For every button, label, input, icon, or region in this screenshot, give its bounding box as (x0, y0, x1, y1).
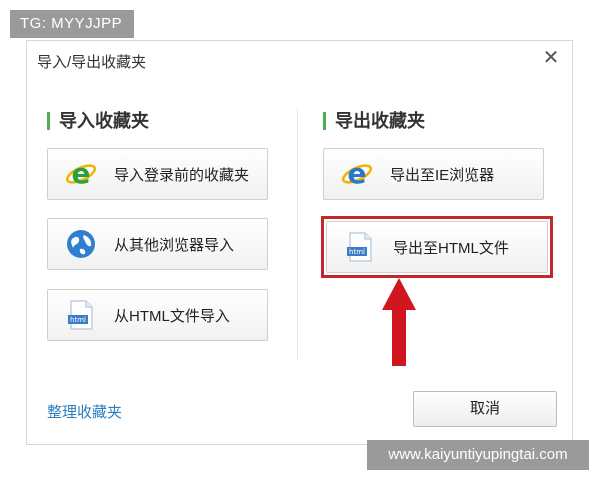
import-html-file-button[interactable]: html 从HTML文件导入 (47, 289, 268, 341)
import-section-title: 导入收藏夹 (47, 111, 149, 131)
close-icon[interactable]: ✕ (542, 48, 560, 68)
svg-text:e: e (72, 157, 91, 190)
button-label: 导入登录前的收藏夹 (114, 166, 250, 184)
organize-favorites-link[interactable]: 整理收藏夹 (47, 401, 122, 422)
button-label: 导出至IE浏览器 (390, 166, 495, 184)
favorites-dialog: 导入/导出收藏夹 ✕ 导入收藏夹 导出收藏夹 e 导入登录前的收藏夹 从其他浏览… (26, 40, 573, 445)
export-section-title: 导出收藏夹 (323, 111, 425, 131)
button-label: 从其他浏览器导入 (114, 236, 235, 254)
red-arrow-icon (382, 278, 416, 366)
button-label: 从HTML文件导入 (114, 307, 230, 325)
ie-e-icon: e (64, 157, 98, 191)
html-badge-text: html (70, 316, 86, 324)
dialog-title: 导入/导出收藏夹 (37, 54, 147, 71)
ie-e-icon: e (340, 157, 374, 191)
html-file-icon: html (64, 298, 98, 332)
section-divider (297, 109, 298, 359)
watermark-top: TG: MYYJJPP (10, 10, 134, 38)
title-bar: 导入/导出收藏夹 ✕ (27, 41, 572, 79)
highlight-box (321, 216, 553, 278)
import-before-login-button[interactable]: e 导入登录前的收藏夹 (47, 148, 268, 200)
import-other-browser-button[interactable]: 从其他浏览器导入 (47, 218, 268, 270)
cancel-button[interactable]: 取消 (413, 391, 557, 427)
svg-text:e: e (348, 157, 367, 190)
watermark-bottom: www.kaiyuntiyupingtai.com (367, 440, 589, 470)
globe-icon (64, 227, 98, 261)
export-ie-button[interactable]: e 导出至IE浏览器 (323, 148, 544, 200)
